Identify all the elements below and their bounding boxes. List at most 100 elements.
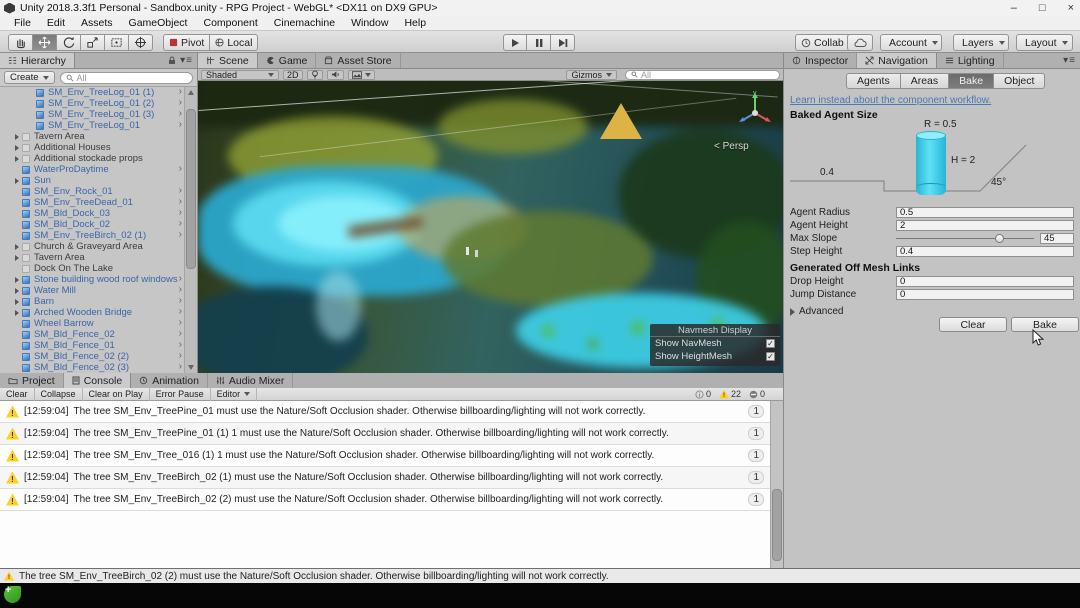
prefab-chevron-icon[interactable]: › [179, 185, 182, 196]
expand-arrow-icon[interactable] [13, 330, 22, 339]
hierarchy-item[interactable]: Tavern Area › [0, 131, 184, 142]
prefab-chevron-icon[interactable]: › [179, 306, 182, 317]
subtab-agents[interactable]: Agents [846, 73, 901, 89]
transform-tool-button[interactable] [129, 34, 153, 51]
hierarchy-item[interactable]: WaterProDaytime › [0, 163, 184, 175]
tab-audio-mixer[interactable]: Audio Mixer [207, 373, 294, 388]
tab-console[interactable]: Console [63, 373, 132, 388]
console-message-row[interactable]: ! [12:59:04] The tree SM_Env_TreeBirch_0… [0, 467, 770, 489]
layout-dropdown[interactable]: Layout [1016, 34, 1073, 51]
hierarchy-item[interactable]: Tavern Area › [0, 252, 184, 263]
taskbar-plant-icon[interactable] [4, 584, 21, 603]
minimize-button[interactable]: – [1011, 2, 1017, 14]
status-bar[interactable]: ! The tree SM_Env_TreeBirch_02 (2) must … [0, 568, 1080, 583]
tab-animation[interactable]: Animation [131, 373, 208, 388]
console-scrollbar-thumb[interactable] [772, 489, 782, 561]
hierarchy-item[interactable]: SM_Bld_Fence_02 › [0, 328, 184, 340]
menu-item[interactable]: Help [396, 17, 434, 29]
prefab-chevron-icon[interactable]: › [179, 273, 182, 284]
tab-navigation[interactable]: Navigation [857, 53, 937, 68]
info-count-toggle[interactable]: 0 [695, 389, 711, 399]
console-error-pause-button[interactable]: Error Pause [150, 387, 211, 401]
hierarchy-item[interactable]: Additional Houses › [0, 142, 184, 153]
prefab-chevron-icon[interactable]: › [179, 317, 182, 328]
prefab-chevron-icon[interactable]: › [179, 196, 182, 207]
perspective-label[interactable]: < Persp [714, 141, 749, 152]
hierarchy-item[interactable]: Water Mill › [0, 284, 184, 296]
scale-tool-button[interactable] [81, 34, 105, 51]
menu-item[interactable]: File [6, 17, 39, 29]
expand-arrow-icon[interactable] [13, 176, 22, 185]
console-editor-dropdown[interactable]: Editor [211, 387, 258, 401]
show-heightmesh-checkbox[interactable]: ✓ [766, 352, 775, 361]
expand-arrow-icon[interactable] [13, 143, 22, 152]
account-dropdown[interactable]: Account [880, 34, 942, 51]
scene-search-input[interactable]: All [625, 69, 780, 80]
tab-inspector[interactable]: Inspector [784, 53, 858, 68]
expand-arrow-icon[interactable] [27, 88, 36, 97]
move-tool-button[interactable] [33, 34, 57, 51]
expand-arrow-icon[interactable] [13, 341, 22, 350]
menu-item[interactable]: Component [195, 17, 265, 29]
agent-height-field[interactable]: 2 [896, 220, 1074, 231]
hierarchy-item[interactable]: SM_Env_Rock_01 › [0, 185, 184, 197]
step-button[interactable] [551, 34, 575, 51]
prefab-chevron-icon[interactable]: › [179, 328, 182, 339]
hierarchy-item[interactable]: SM_Env_TreeLog_01 (2) › [0, 97, 184, 109]
scene-3d-viewport[interactable]: y < Persp Navmesh Display Show NavMesh ✓… [198, 81, 783, 373]
create-button[interactable]: Create [4, 71, 55, 84]
tab-scene[interactable]: Scene [198, 53, 258, 68]
console-scrollbar[interactable] [770, 401, 783, 568]
hierarchy-item[interactable]: Barn › [0, 295, 184, 307]
pause-button[interactable] [527, 34, 551, 51]
expand-arrow-icon[interactable] [13, 209, 22, 218]
prefab-chevron-icon[interactable]: › [179, 350, 182, 361]
expand-arrow-icon[interactable] [27, 99, 36, 108]
rotate-tool-button[interactable] [57, 34, 81, 51]
tab-asset-store[interactable]: Asset Store [316, 53, 401, 68]
subtab-object[interactable]: Object [994, 73, 1046, 89]
maximize-button[interactable]: □ [1039, 2, 1046, 14]
local-toggle-button[interactable]: Local [210, 34, 259, 51]
inspector-panel-menu-icon[interactable]: ▾≡ [1063, 55, 1076, 66]
prefab-chevron-icon[interactable]: › [179, 97, 182, 108]
hand-tool-button[interactable] [8, 34, 33, 51]
hierarchy-item[interactable]: Dock On The Lake › [0, 263, 184, 274]
hierarchy-item[interactable]: SM_Bld_Fence_02 (3) › [0, 361, 184, 373]
shading-mode-dropdown[interactable]: Shaded [201, 69, 279, 80]
expand-arrow-icon[interactable] [13, 253, 22, 262]
hierarchy-scrollbar-thumb[interactable] [186, 109, 196, 269]
prefab-chevron-icon[interactable]: › [179, 339, 182, 350]
component-workflow-link[interactable]: Learn instead about the component workfl… [790, 95, 991, 106]
max-slope-field[interactable]: 45 [1040, 233, 1074, 244]
2d-toggle-button[interactable]: 2D [283, 69, 303, 80]
close-button[interactable]: × [1068, 2, 1074, 14]
tab-project[interactable]: Project [0, 373, 64, 388]
prefab-chevron-icon[interactable]: › [179, 218, 182, 229]
expand-arrow-icon[interactable] [13, 363, 22, 372]
hierarchy-item[interactable]: Sun › [0, 175, 184, 186]
expand-arrow-icon[interactable] [13, 198, 22, 207]
console-clear-button[interactable]: Clear [0, 387, 35, 401]
bake-button[interactable]: Bake [1011, 317, 1079, 332]
prefab-chevron-icon[interactable]: › [179, 229, 182, 240]
hierarchy-item[interactable]: Additional stockade props › [0, 153, 184, 164]
prefab-chevron-icon[interactable]: › [179, 163, 182, 174]
rect-tool-button[interactable] [105, 34, 129, 51]
tab-game[interactable]: Game [257, 53, 317, 68]
expand-arrow-icon[interactable] [13, 286, 22, 295]
hierarchy-item[interactable]: SM_Bld_Fence_01 › [0, 339, 184, 351]
jump-distance-field[interactable]: 0 [896, 289, 1074, 300]
menu-item[interactable]: Cinemachine [266, 17, 343, 29]
hierarchy-item[interactable]: SM_Bld_Dock_03 › [0, 207, 184, 219]
pivot-toggle-button[interactable]: Pivot [163, 34, 211, 51]
max-slope-slider[interactable] [896, 233, 1034, 244]
navmesh-overlay-title[interactable]: Navmesh Display [650, 324, 780, 337]
play-button[interactable] [503, 34, 527, 51]
console-message-row[interactable]: ! [12:59:04] The tree SM_Env_Tree_016 (1… [0, 445, 770, 467]
scene-lighting-toggle[interactable] [306, 69, 323, 80]
expand-arrow-icon[interactable] [13, 231, 22, 240]
menu-item[interactable]: GameObject [121, 17, 196, 29]
expand-arrow-icon[interactable] [13, 165, 22, 174]
hierarchy-item[interactable]: Wheel Barrow › [0, 317, 184, 329]
